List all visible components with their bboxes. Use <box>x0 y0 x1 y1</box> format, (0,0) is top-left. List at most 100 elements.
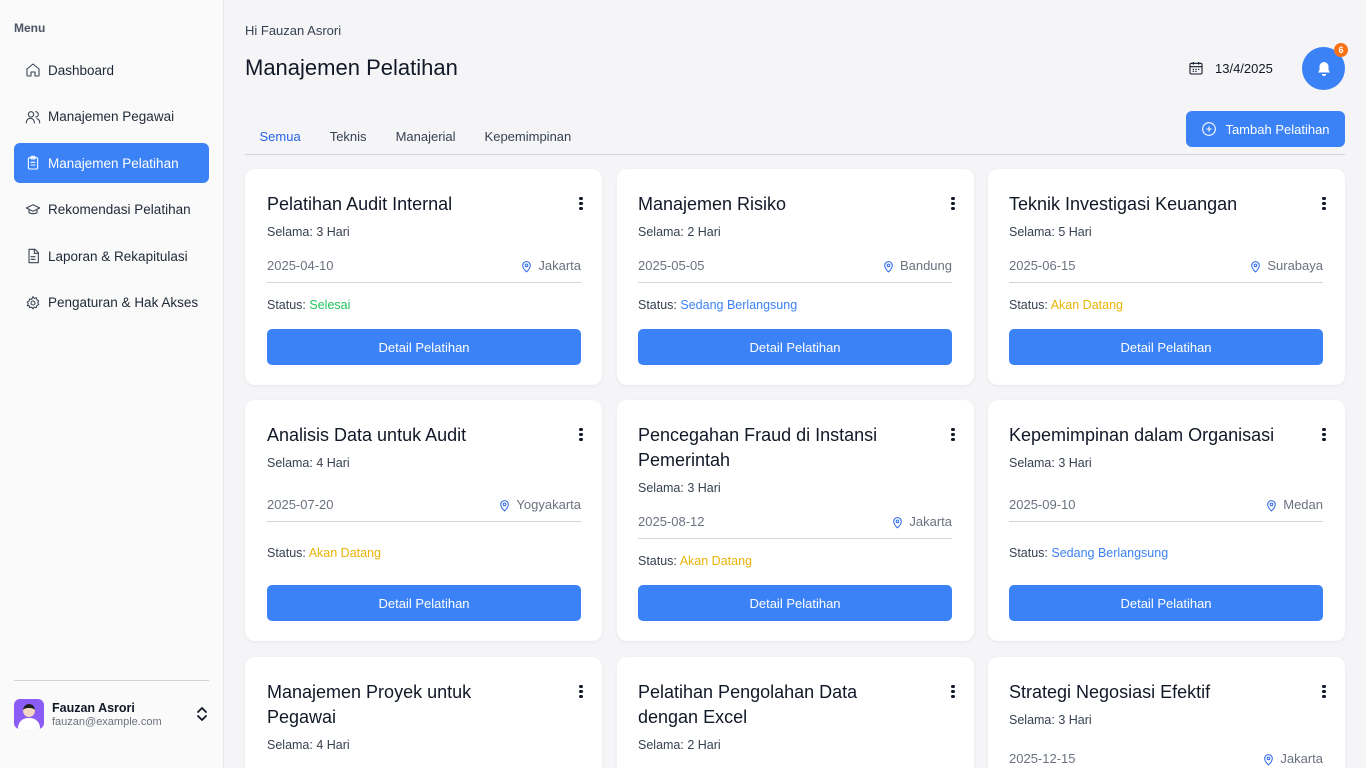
users-icon <box>25 109 41 125</box>
card-meta: 2025-09-10 Medan <box>1009 497 1323 522</box>
card-status: Status: Akan Datang <box>638 554 752 568</box>
training-card: Analisis Data untuk Audit Selama: 4 Hari… <box>245 400 602 641</box>
training-card: Pelatihan Pengolahan Data dengan Excel S… <box>617 657 974 768</box>
detail-button[interactable]: Detail Pelatihan <box>1009 585 1323 621</box>
more-options-icon[interactable] <box>578 197 584 213</box>
user-menu[interactable]: Fauzan Asrori fauzan@example.com <box>14 696 209 732</box>
sidebar-item-label: Dashboard <box>48 62 115 78</box>
detail-button[interactable]: Detail Pelatihan <box>267 585 581 621</box>
more-options-icon[interactable] <box>950 428 956 444</box>
card-date: 2025-08-12 <box>638 514 705 529</box>
sidebar-item-manajemen-pegawai[interactable]: Manajemen Pegawai <box>14 97 209 137</box>
status-label: Status: <box>1009 546 1052 560</box>
card-location: Jakarta <box>538 258 581 273</box>
map-pin-icon <box>1251 261 1261 273</box>
card-location: Medan <box>1283 497 1323 512</box>
status-label: Status: <box>638 298 681 312</box>
card-date: 2025-07-20 <box>267 497 334 512</box>
sidebar-item-label: Rekomendasi Pelatihan <box>48 202 191 218</box>
map-pin-icon <box>1267 500 1277 512</box>
card-status: Status: Akan Datang <box>267 546 381 560</box>
more-options-icon[interactable] <box>1321 197 1327 213</box>
card-title: Manajemen Risiko <box>638 194 787 214</box>
detail-button[interactable]: Detail Pelatihan <box>638 329 952 365</box>
card-status: Status: Sedang Berlangsung <box>1009 546 1168 560</box>
card-title: Kepemimpinan dalam Organisasi <box>1009 425 1275 445</box>
sidebar-item-dashboard[interactable]: Dashboard <box>14 50 209 90</box>
card-meta: 2025-04-10 Jakarta <box>267 258 581 283</box>
tab-kepemimpinan[interactable]: Kepemimpinan <box>470 128 586 154</box>
tab-semua[interactable]: Semua <box>245 128 315 154</box>
card-location: Bandung <box>899 258 952 273</box>
more-options-icon[interactable] <box>578 685 584 701</box>
sidebar-item-label: Manajemen Pelatihan <box>48 155 179 171</box>
card-date: 2025-05-05 <box>638 258 705 273</box>
training-card: Manajemen Risiko Selama: 2 Hari 2025-05-… <box>617 169 974 385</box>
card-title: Strategi Negosiasi Efektif <box>1009 682 1211 702</box>
sidebar-item-rekomendasi-pelatihan[interactable]: Rekomendasi Pelatihan <box>14 190 209 230</box>
status-label: Status: <box>267 298 310 312</box>
add-training-button[interactable]: Tambah Pelatihan <box>1186 111 1345 147</box>
card-date: 2025-12-15 <box>1009 751 1076 766</box>
card-duration: Selama: 3 Hari <box>638 481 721 495</box>
card-location: Yogyakarta <box>516 497 581 512</box>
add-training-label: Tambah Pelatihan <box>1225 121 1330 137</box>
card-meta: 2025-12-15 Jakarta <box>1009 751 1323 768</box>
map-pin-icon <box>500 500 510 512</box>
current-date: 13/4/2025 <box>1215 60 1273 76</box>
map-pin-icon <box>522 261 532 273</box>
sidebar-item-label: Manajemen Pegawai <box>48 109 175 125</box>
more-options-icon[interactable] <box>1321 428 1327 444</box>
notification-badge: 6 <box>1334 43 1348 57</box>
card-title: Manajemen Proyek untuk Pegawai <box>267 682 472 727</box>
card-status: Status: Sedang Berlangsung <box>638 298 797 312</box>
status-value: Akan Datang <box>1050 298 1123 312</box>
card-duration: Selama: 4 Hari <box>267 738 350 752</box>
avatar <box>14 699 44 729</box>
detail-button[interactable]: Detail Pelatihan <box>1009 329 1323 365</box>
date-display: 13/4/2025 <box>1188 60 1273 76</box>
status-value: Akan Datang <box>679 554 752 568</box>
card-status: Status: Akan Datang <box>1009 298 1123 312</box>
more-options-icon[interactable] <box>578 428 584 444</box>
detail-button[interactable]: Detail Pelatihan <box>267 329 581 365</box>
more-options-icon[interactable] <box>1321 685 1327 701</box>
graduation-cap-icon <box>25 202 41 218</box>
sidebar-item-manajemen-pelatihan[interactable]: Manajemen Pelatihan <box>14 143 209 184</box>
card-duration: Selama: 5 Hari <box>1009 225 1092 239</box>
map-pin-icon <box>884 261 893 273</box>
card-title: Pelatihan Audit Internal <box>267 194 453 214</box>
card-duration: Selama: 2 Hari <box>638 225 721 239</box>
card-meta: 2025-07-20 Yogyakarta <box>267 497 581 522</box>
more-options-icon[interactable] <box>950 197 956 213</box>
user-name: Fauzan Asrori <box>52 700 135 715</box>
card-title: Teknik Investigasi Keuangan <box>1009 194 1238 214</box>
card-location: Jakarta <box>1280 751 1323 766</box>
clipboard-icon <box>25 155 41 171</box>
training-card: Teknik Investigasi Keuangan Selama: 5 Ha… <box>988 169 1345 385</box>
home-icon <box>25 62 41 78</box>
greeting: Hi Fauzan Asrori <box>245 23 342 38</box>
sidebar-item-laporan-rekapitulasi[interactable]: Laporan & Rekapitulasi <box>14 236 209 276</box>
user-email: fauzan@example.com <box>52 715 162 728</box>
training-card: Pencegahan Fraud di Instansi Pemerintah … <box>617 400 974 641</box>
card-date: 2025-04-10 <box>267 258 334 273</box>
card-status: Status: Selesai <box>267 298 350 312</box>
sidebar: Menu Dashboard Manajemen Pegawai Manajem… <box>0 0 224 768</box>
gear-icon <box>25 295 41 311</box>
tab-teknis[interactable]: Teknis <box>315 128 381 154</box>
detail-button[interactable]: Detail Pelatihan <box>638 585 952 621</box>
more-options-icon[interactable] <box>950 685 956 701</box>
sidebar-item-label: Pengaturan & Hak Akses <box>48 295 199 311</box>
tab-manajerial[interactable]: Manajerial <box>381 128 470 154</box>
chevron-up-down-icon[interactable] <box>195 706 209 722</box>
document-icon <box>25 248 41 264</box>
card-location: Surabaya <box>1267 258 1323 273</box>
card-meta: 2025-05-05 Bandung <box>638 258 952 283</box>
sidebar-item-label: Laporan & Rekapitulasi <box>48 248 188 264</box>
status-value: Selesai <box>309 298 351 312</box>
filter-tabs: Semua Teknis Manajerial Kepemimpinan <box>245 128 1345 155</box>
menu-title: Menu <box>14 21 46 35</box>
status-label: Status: <box>267 546 309 560</box>
sidebar-item-pengaturan-hak-akses[interactable]: Pengaturan & Hak Akses <box>14 283 209 323</box>
